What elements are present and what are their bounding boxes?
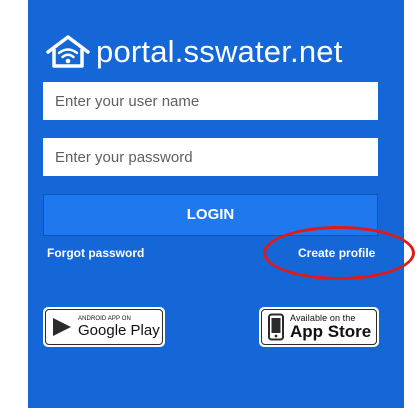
red-ellipse-annotation [263, 226, 415, 280]
site-title: portal.sswater.net [96, 34, 343, 69]
password-input[interactable] [43, 138, 378, 176]
google-play-badge-frame: ANDROID APP ON Google Play [45, 309, 163, 345]
app-store-badge[interactable]: Available on the App Store [259, 307, 379, 347]
google-play-badge[interactable]: ANDROID APP ON Google Play [43, 307, 165, 347]
app-store-text: Available on the App Store [290, 313, 371, 341]
username-input[interactable] [43, 82, 378, 120]
app-store-badge-frame: Available on the App Store [261, 309, 377, 345]
wifi-house-icon [46, 35, 90, 68]
login-panel: portal.sswater.net LOGIN Forgot password… [28, 0, 415, 408]
play-triangle-icon [53, 318, 71, 336]
phone-icon [268, 313, 284, 341]
google-play-big-text: Google Play [78, 321, 160, 339]
app-store-big-text: App Store [290, 322, 372, 341]
forgot-password-link[interactable]: Forgot password [47, 246, 144, 260]
google-play-text: ANDROID APP ON Google Play [78, 316, 160, 339]
brand-header: portal.sswater.net [42, 34, 343, 70]
